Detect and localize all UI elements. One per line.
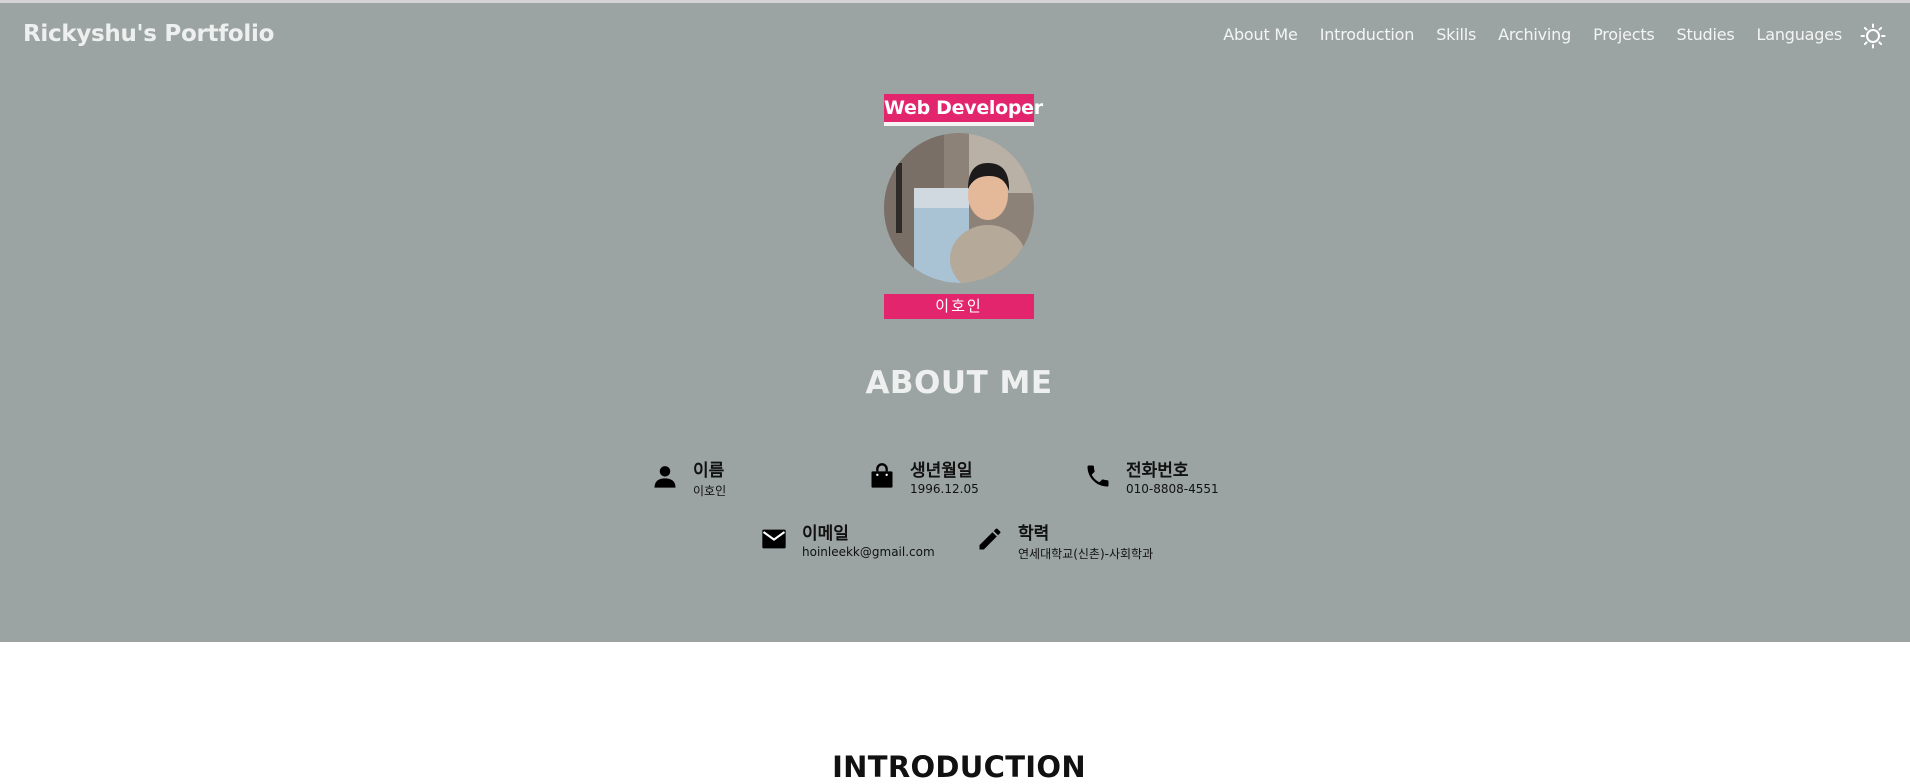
- info-value: 010-8808-4551: [1126, 482, 1219, 496]
- info-label: 이메일: [802, 524, 849, 544]
- pencil-icon: [976, 525, 1004, 553]
- introduction-title: INTRODUCTION: [832, 750, 1086, 784]
- nav-skills[interactable]: Skills: [1436, 25, 1476, 44]
- info-label: 이름: [693, 461, 725, 481]
- info-value: hoinleekk@gmail.com: [802, 545, 935, 559]
- info-birthdate: 생년월일 1996.12.05: [868, 456, 1048, 500]
- nav-languages[interactable]: Languages: [1757, 25, 1843, 44]
- info-value: 1996.12.05: [910, 482, 979, 496]
- info-phone: 전화번호 010-8808-4551: [1084, 456, 1264, 500]
- info-label: 전화번호: [1126, 461, 1189, 481]
- nav-archiving[interactable]: Archiving: [1498, 25, 1571, 44]
- brand-logo[interactable]: Rickyshu's Portfolio: [23, 21, 274, 47]
- role-badge: Web Developer: [884, 94, 1043, 126]
- phone-icon: [1084, 462, 1112, 490]
- info-label: 학력: [1018, 524, 1050, 544]
- info-education: 학력 연세대학교(신촌)-사회학과: [976, 519, 1196, 563]
- info-value: 연세대학교(신촌)-사회학과: [1018, 547, 1154, 561]
- nav-about-me[interactable]: About Me: [1223, 25, 1298, 44]
- about-me-title: ABOUT ME: [865, 365, 1053, 401]
- nav-links: About Me Introduction Skills Archiving P…: [1201, 25, 1842, 44]
- person-icon: [651, 462, 679, 490]
- mail-icon: [760, 525, 788, 553]
- nav-introduction[interactable]: Introduction: [1320, 25, 1415, 44]
- info-label: 생년월일: [910, 461, 973, 481]
- info-name: 이름 이호인: [651, 456, 831, 500]
- navbar: Rickyshu's Portfolio About Me Introducti…: [0, 3, 1910, 65]
- nav-projects[interactable]: Projects: [1593, 25, 1655, 44]
- info-value: 이호인: [693, 484, 727, 498]
- name-badge: 이호인: [884, 294, 1034, 319]
- nav-studies[interactable]: Studies: [1677, 25, 1735, 44]
- profile-photo: [884, 133, 1034, 283]
- sun-icon[interactable]: [1860, 23, 1886, 49]
- info-email: 이메일 hoinleekk@gmail.com: [760, 519, 960, 563]
- calendar-bag-icon: [868, 462, 896, 490]
